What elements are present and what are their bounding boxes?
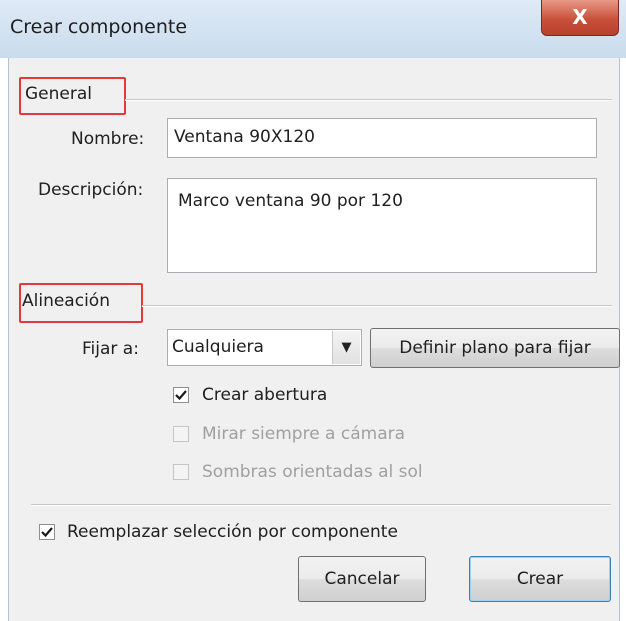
cut-opening-checkbox[interactable] bbox=[173, 387, 189, 403]
close-button[interactable]: X bbox=[541, 0, 619, 36]
bottom-divider bbox=[31, 504, 611, 506]
description-field[interactable]: Marco ventana 90 por 120 bbox=[167, 178, 597, 273]
close-icon: X bbox=[572, 5, 588, 29]
replace-selection-label[interactable]: Reemplazar selección por componente bbox=[67, 522, 398, 542]
general-group-label: General bbox=[25, 84, 92, 104]
alignment-group-divider bbox=[142, 305, 612, 307]
dialog-title: Crear componente bbox=[10, 16, 188, 38]
face-camera-label: Mirar siempre a cámara bbox=[202, 424, 406, 444]
name-label: Nombre: bbox=[71, 129, 145, 149]
face-camera-checkbox bbox=[173, 426, 189, 442]
create-component-dialog: Crear componente X General Nombre: Venta… bbox=[0, 0, 626, 621]
cut-opening-label[interactable]: Crear abertura bbox=[202, 385, 327, 405]
shadows-sun-checkbox bbox=[173, 464, 189, 480]
glue-to-select[interactable]: Cualquiera ▼ bbox=[167, 329, 362, 366]
define-plane-button[interactable]: Definir plano para fijar bbox=[370, 328, 620, 368]
title-bar: Crear componente X bbox=[0, 0, 626, 58]
replace-selection-checkbox[interactable] bbox=[39, 524, 55, 540]
glue-to-label: Fijar a: bbox=[82, 339, 139, 359]
description-label: Descripción: bbox=[38, 180, 144, 200]
chevron-down-icon[interactable]: ▼ bbox=[332, 331, 360, 364]
cancel-button[interactable]: Cancelar bbox=[298, 556, 426, 602]
name-field-value: Ventana 90X120 bbox=[174, 127, 315, 147]
description-field-value: Marco ventana 90 por 120 bbox=[178, 191, 403, 211]
create-button[interactable]: Crear bbox=[469, 556, 611, 602]
glue-to-selected-value: Cualquiera bbox=[172, 337, 264, 357]
name-field[interactable]: Ventana 90X120 bbox=[167, 118, 597, 158]
shadows-sun-label: Sombras orientadas al sol bbox=[202, 462, 423, 482]
general-group-divider bbox=[125, 99, 612, 101]
check-icon bbox=[175, 390, 187, 401]
check-icon bbox=[41, 527, 53, 538]
alignment-group-label: Alineación bbox=[22, 291, 110, 311]
dialog-body: General Nombre: Ventana 90X120 Descripci… bbox=[8, 58, 620, 621]
